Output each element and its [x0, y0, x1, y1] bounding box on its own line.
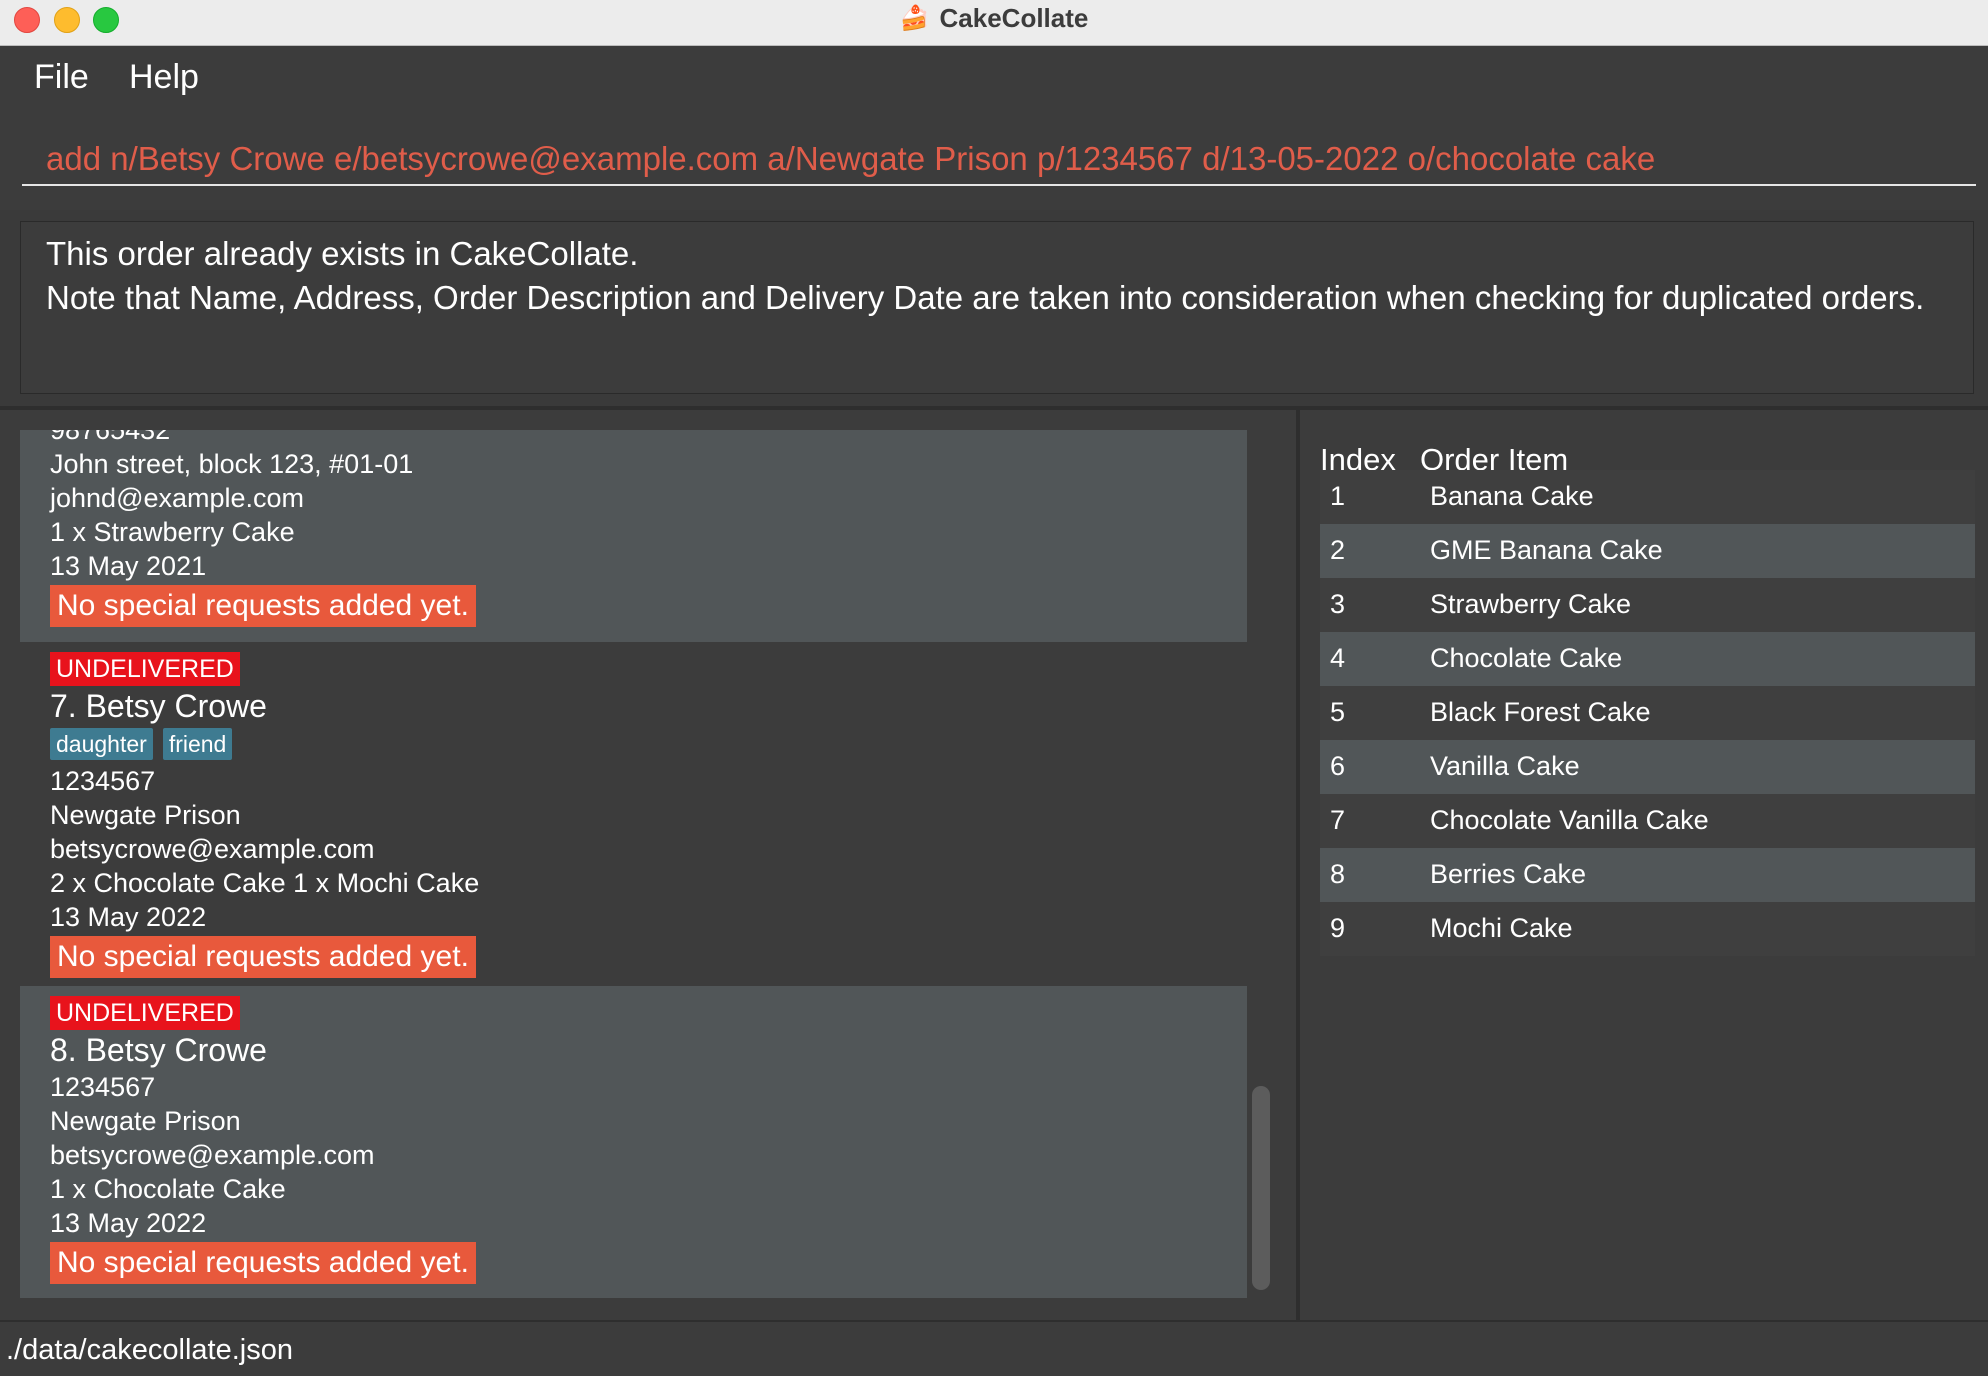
cell-order-item: Chocolate Cake: [1430, 643, 1623, 673]
customer-name: Betsy Crowe: [85, 688, 267, 724]
cell-order-item: Chocolate Vanilla Cake: [1430, 805, 1709, 835]
menu-file[interactable]: File: [34, 58, 89, 97]
cell-index: 6: [1330, 751, 1346, 781]
order-card[interactable]: UNDELIVERED 7. Betsy Crowe daughter frien…: [20, 642, 1247, 986]
table-row[interactable]: 4 Chocolate Cake: [1320, 632, 1975, 686]
order-card[interactable]: 98765432 John street, block 123, #01-01 …: [20, 430, 1247, 642]
order-items-table: 1 Banana Cake 2 GME Banana Cake 3 Strawberr…: [1320, 470, 1975, 956]
special-request-badge: No special requests added yet.: [50, 1242, 476, 1284]
cell-index: 2: [1330, 535, 1346, 565]
order-address: John street, block 123, #01-01: [50, 449, 414, 479]
order-delivery-date: 13 May 2022: [50, 902, 207, 932]
cell-index: 7: [1330, 805, 1346, 835]
customer-name: Betsy Crowe: [85, 1032, 267, 1068]
cell-order-item: Banana Cake: [1430, 481, 1594, 511]
cell-index: 4: [1330, 643, 1346, 673]
cake-icon: 🍰: [899, 4, 930, 32]
order-delivery-date: 13 May 2021: [50, 551, 207, 581]
cell-index: 9: [1330, 913, 1346, 943]
special-request-badge: No special requests added yet.: [50, 936, 476, 978]
order-index: 7.: [50, 688, 77, 724]
table-row[interactable]: 5 Black Forest Cake: [1320, 686, 1975, 740]
special-request-badge: No special requests added yet.: [50, 585, 476, 627]
order-description: 1 x Chocolate Cake: [50, 1174, 286, 1204]
order-address: Newgate Prison: [50, 800, 241, 830]
order-name: 8. Betsy Crowe: [50, 1030, 1247, 1070]
tag: daughter: [50, 728, 153, 760]
order-email: johnd@example.com: [50, 483, 305, 513]
order-address: Newgate Prison: [50, 1106, 241, 1136]
menu-bar: File Help: [0, 46, 1988, 112]
cell-order-item: GME Banana Cake: [1430, 535, 1663, 565]
order-list[interactable]: 98765432 John street, block 123, #01-01 …: [20, 430, 1247, 1307]
cell-index: 3: [1330, 589, 1346, 619]
order-index: 8.: [50, 1032, 77, 1068]
order-email: betsycrowe@example.com: [50, 834, 375, 864]
cell-order-item: Black Forest Cake: [1430, 697, 1651, 727]
order-list-panel: 98765432 John street, block 123, #01-01 …: [0, 410, 1296, 1320]
order-phone: 1234567: [50, 1072, 156, 1102]
table-row[interactable]: 7 Chocolate Vanilla Cake: [1320, 794, 1975, 848]
tag-list: daughter friend: [50, 726, 1247, 764]
table-row[interactable]: 8 Berries Cake: [1320, 848, 1975, 902]
result-display: This order already exists in CakeCollate…: [20, 221, 1974, 394]
table-row[interactable]: 1 Banana Cake: [1320, 470, 1975, 524]
result-message-line-1: This order already exists in CakeCollate…: [46, 235, 639, 272]
order-list-scrollbar[interactable]: [1252, 1086, 1270, 1290]
order-phone: 98765432: [50, 430, 171, 445]
table-row[interactable]: 6 Vanilla Cake: [1320, 740, 1975, 794]
order-description: 2 x Chocolate Cake 1 x Mochi Cake: [50, 868, 480, 898]
order-phone: 1234567: [50, 766, 156, 796]
status-bar: ./data/cakecollate.json: [0, 1320, 1988, 1376]
cell-order-item: Berries Cake: [1430, 859, 1587, 889]
cell-index: 5: [1330, 697, 1346, 727]
tag: friend: [162, 728, 233, 760]
table-row[interactable]: 3 Strawberry Cake: [1320, 578, 1975, 632]
order-description: 1 x Strawberry Cake: [50, 517, 295, 547]
command-input[interactable]: [22, 134, 1976, 186]
cell-order-item: Mochi Cake: [1430, 913, 1573, 943]
order-name: 7. Betsy Crowe: [50, 686, 1247, 726]
command-box: [0, 112, 1988, 210]
result-message-line-2: Note that Name, Address, Order Descripti…: [46, 279, 1925, 316]
cell-order-item: Vanilla Cake: [1430, 751, 1580, 781]
order-delivery-date: 13 May 2022: [50, 1208, 207, 1238]
cell-order-item: Strawberry Cake: [1430, 589, 1632, 619]
title-bar: 🍰 CakeCollate: [0, 0, 1988, 46]
data-file-path: ./data/cakecollate.json: [6, 1334, 293, 1366]
table-row[interactable]: 9 Mochi Cake: [1320, 902, 1975, 956]
cell-index: 1: [1330, 481, 1346, 511]
status-badge: UNDELIVERED: [50, 652, 240, 686]
order-card[interactable]: UNDELIVERED 8. Betsy Crowe 1234567 Newga…: [20, 986, 1247, 1298]
status-badge: UNDELIVERED: [50, 996, 240, 1030]
cell-index: 8: [1330, 859, 1346, 889]
menu-help[interactable]: Help: [129, 58, 199, 97]
table-row[interactable]: 2 GME Banana Cake: [1320, 524, 1975, 578]
order-email: betsycrowe@example.com: [50, 1140, 375, 1170]
order-items-panel: Index Order Item 1 Banana Cake 2 GME Banan…: [1300, 410, 1988, 1320]
window-title: CakeCollate: [939, 2, 1089, 33]
